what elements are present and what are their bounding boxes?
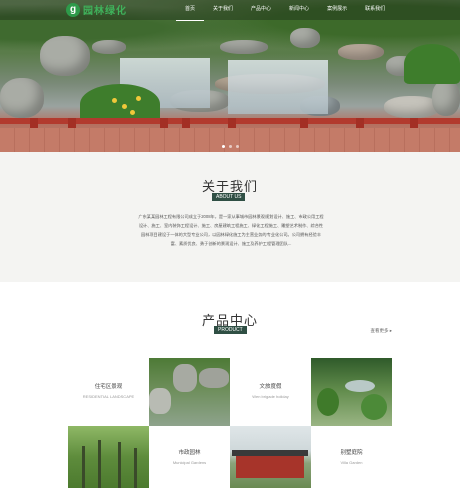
carousel-dots[interactable] [222,145,239,148]
product-image-residential[interactable] [149,358,230,426]
site-logo[interactable]: g 园林绿化 [66,2,127,17]
hero-rock [220,40,268,54]
image-rock [173,364,197,392]
hero-flower [136,96,141,101]
product-image-municipal[interactable] [68,426,149,488]
product-image-tourism[interactable] [311,358,392,426]
products-badge: PRODUCT [214,326,247,334]
nav-item-news[interactable]: 新闻中心 [280,0,318,20]
image-pond [345,380,375,392]
hero-rock [338,44,384,60]
about-text: 广东某某园林工程有限公司成立于2008年，是一家从事城市园林景观规划设计、施工、… [138,214,324,246]
nav-item-contact[interactable]: 联系我们 [356,0,394,20]
carousel-dot[interactable] [222,145,225,148]
image-rock [199,368,229,388]
product-card-title: 文旅度假 [259,384,282,390]
logo-icon: g [66,2,80,17]
nav-item-home[interactable]: 首页 [176,0,205,21]
logo-text: 园林绿化 [83,6,127,17]
temple-building [236,456,304,478]
product-image-villa[interactable] [230,426,311,488]
product-card-municipal[interactable]: 市政园林 Municipal Gardens [149,426,230,488]
hero-plant [404,44,460,84]
product-card-subtitle: Municipal Gardens [172,460,207,465]
product-card-subtitle: RESIDENTIAL LANDSCAPE [82,394,135,399]
image-tree [317,388,339,416]
carousel-dot[interactable] [236,145,239,148]
hero-banner [0,0,460,152]
top-nav: g 园林绿化 首页 关于我们 产品中心 新闻中心 案例展示 联系我们 [0,0,460,21]
more-link[interactable]: 查看更多 ▸ [370,328,392,334]
image-tree [361,394,387,420]
hero-waterfall [228,60,328,114]
image-trunk [82,446,85,488]
about-section: 关于我们 ABOUT US 广东某某园林工程有限公司成立于2008年，是一家从事… [0,152,460,282]
image-trunk [118,442,121,488]
nav-item-about[interactable]: 关于我们 [204,0,242,20]
hero-rock [92,40,126,54]
nav-item-cases[interactable]: 案例展示 [318,0,356,20]
product-card-title: 别墅庭院 [340,450,363,456]
hero-flower [130,110,135,115]
nav-menu: 首页 关于我们 产品中心 新闻中心 案例展示 联系我们 [176,0,394,21]
hero-deck [0,128,460,152]
product-card-title: 住宅区景观 [94,384,123,390]
product-card-subtitle: Villa Garden [340,460,363,465]
hero-flower [112,98,117,103]
hero-flower [122,104,127,109]
image-rock [149,388,171,414]
hero-rock [290,28,320,48]
product-card-tourism[interactable]: 文旅度假 Wen brigade holiday [230,358,311,426]
hero-rock [432,80,460,116]
product-card-title: 市政园林 [178,450,201,456]
product-card-villa[interactable]: 别墅庭院 Villa Garden [311,426,392,488]
image-trunk [98,440,101,488]
carousel-dot[interactable] [229,145,232,148]
hero-rock [40,36,90,76]
nav-item-products[interactable]: 产品中心 [242,0,280,20]
image-trunk [134,448,137,488]
hero-rock [0,78,44,118]
product-card-residential[interactable]: 住宅区景观 RESIDENTIAL LANDSCAPE [68,358,149,426]
product-card-subtitle: Wen brigade holiday [252,394,289,399]
about-badge: ABOUT US [212,193,246,201]
